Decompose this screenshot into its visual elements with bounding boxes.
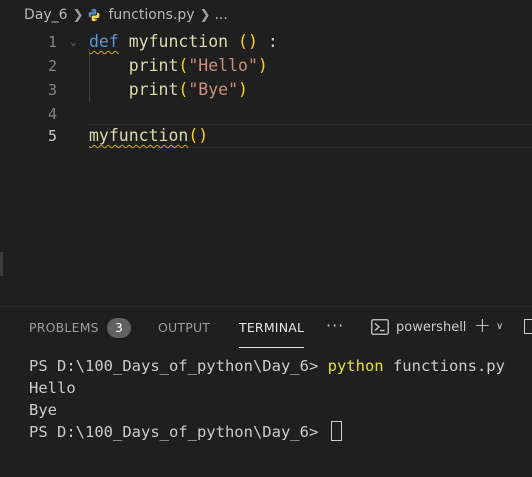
terminal-command-args: functions.py: [383, 357, 505, 375]
scroll-indicator: [0, 252, 3, 276]
active-tab-indicator: [239, 347, 304, 348]
code-editor[interactable]: 1 ⌄ def myfunction () : 2 print("Hello")…: [0, 30, 532, 306]
code-line-5: 5 myfunction(): [0, 124, 532, 148]
terminal-line: Bye: [29, 401, 57, 419]
terminal-shell-label[interactable]: powershell: [396, 320, 466, 335]
code-line-2: 2 print("Hello"): [0, 54, 532, 78]
terminal-command: python: [327, 357, 384, 375]
function-name: myfunction: [128, 32, 229, 51]
line-number: 2: [47, 57, 57, 75]
string-literal: "Hello": [188, 56, 258, 75]
more-actions-icon[interactable]: ···: [326, 316, 344, 335]
chevron-right-icon: ❯: [72, 7, 84, 23]
chevron-right-icon: ❯: [199, 7, 211, 23]
code-line-1: 1 ⌄ def myfunction () :: [0, 30, 532, 54]
problems-count-badge: 3: [107, 318, 131, 338]
terminal-prompt: PS D:\100_Days_of_python\Day_6>: [29, 423, 328, 441]
terminal-prompt: PS D:\100_Days_of_python\Day_6>: [29, 357, 328, 375]
split-terminal-icon[interactable]: [524, 319, 532, 334]
terminal-line: Hello: [29, 379, 76, 397]
line-number: 1: [47, 33, 57, 51]
line-number: 3: [47, 81, 57, 99]
parentheses: (): [188, 126, 209, 145]
breadcrumb-folder[interactable]: Day_6: [24, 7, 68, 23]
string-literal: "Bye": [188, 80, 239, 99]
tab-output[interactable]: OUTPUT: [158, 320, 210, 335]
print-call: print: [128, 80, 179, 99]
fold-chevron-icon[interactable]: ⌄: [70, 35, 77, 48]
code-line-4: 4: [0, 102, 532, 126]
keyword-def: def: [89, 32, 119, 51]
breadcrumb-file[interactable]: functions.py: [108, 7, 194, 23]
breadcrumb: Day_6 ❯ functions.py ❯ ...: [0, 0, 532, 30]
code-line-3: 3 print("Bye"): [0, 78, 532, 102]
terminal-line: PS D:\100_Days_of_python\Day_6>: [29, 421, 505, 443]
python-file-icon: [89, 8, 100, 22]
line-number: 5: [47, 127, 57, 145]
parentheses: (): [238, 32, 258, 51]
breadcrumb-more[interactable]: ...: [214, 7, 227, 23]
terminal-output[interactable]: PS D:\100_Days_of_python\Day_6> python f…: [29, 355, 505, 443]
new-terminal-icon[interactable]: +: [474, 313, 491, 337]
tab-terminal[interactable]: TERMINAL: [239, 320, 304, 335]
terminal-cursor: [330, 421, 342, 441]
terminal-line: PS D:\100_Days_of_python\Day_6> python f…: [29, 355, 505, 377]
line-number: 4: [47, 105, 57, 123]
function-call: myfunction: [89, 126, 189, 145]
colon: :: [267, 32, 278, 51]
panel-tab-bar: PROBLEMS 3 OUTPUT TERMINAL ··· powershel…: [0, 307, 532, 351]
tab-problems[interactable]: PROBLEMS: [29, 320, 99, 335]
chevron-down-icon[interactable]: ∨: [496, 321, 503, 332]
terminal-icon[interactable]: [371, 319, 389, 335]
print-call: print: [128, 56, 179, 75]
